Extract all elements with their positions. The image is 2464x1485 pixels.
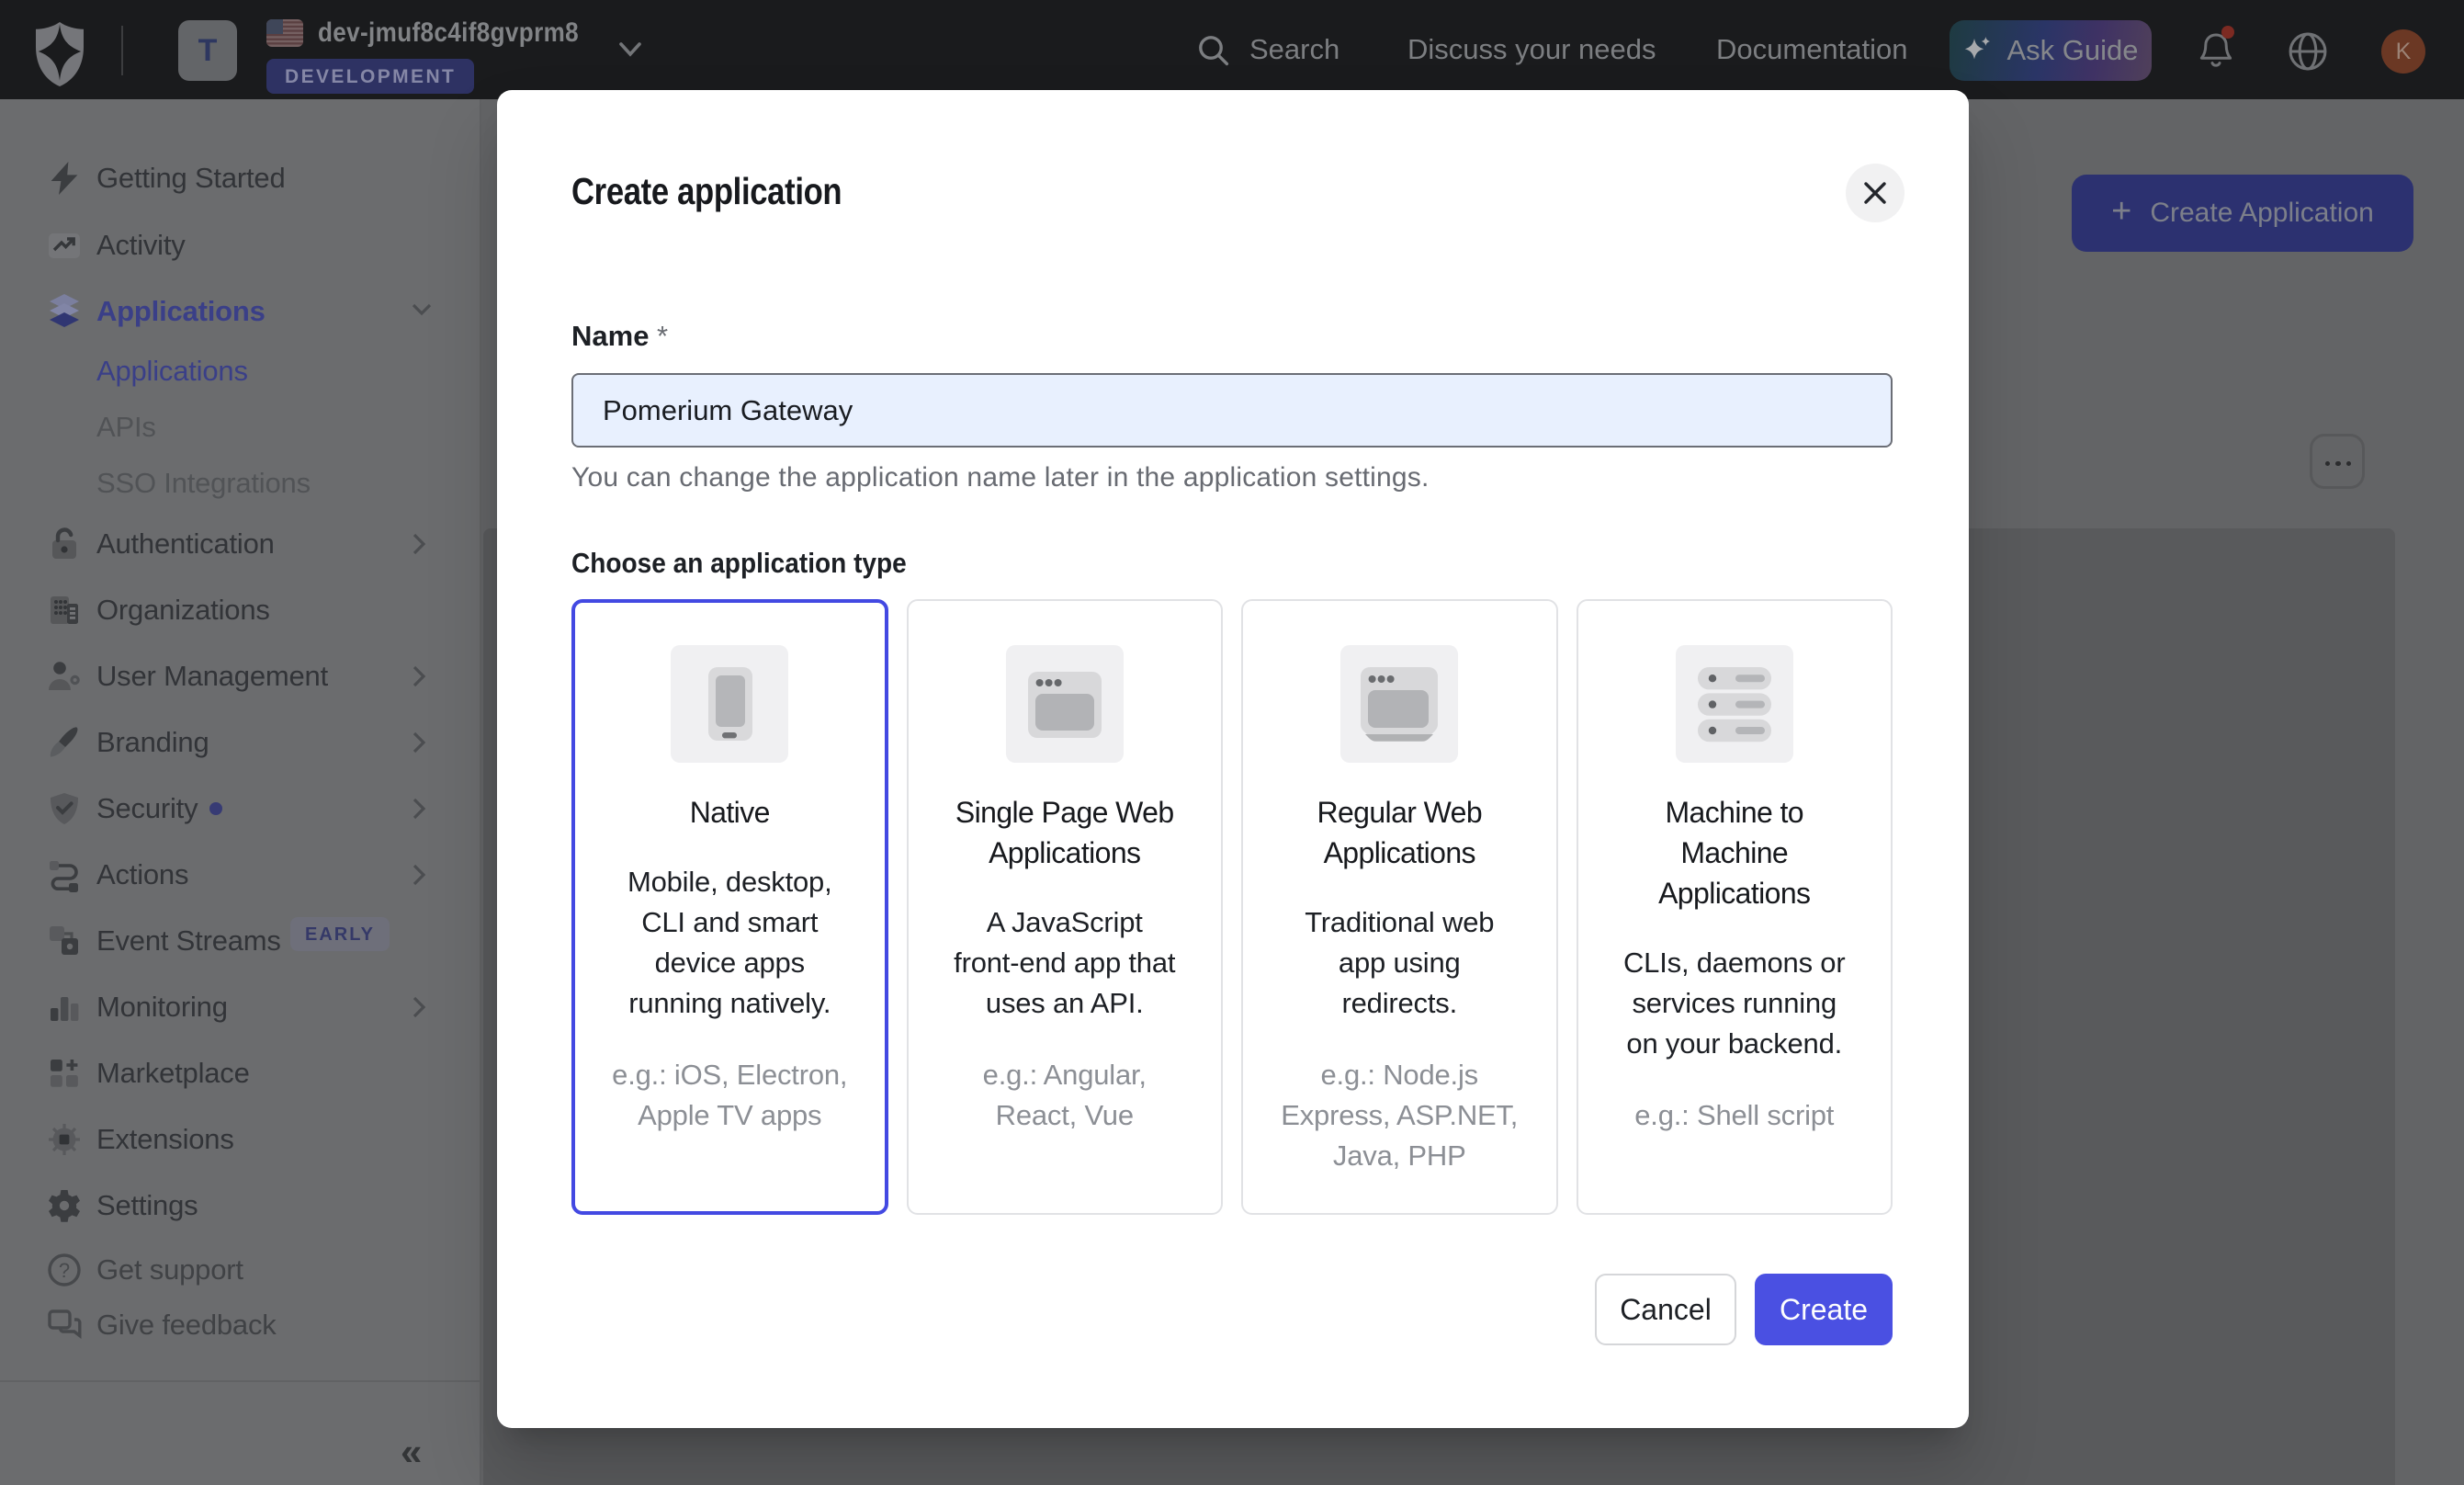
- svg-text:?: ?: [59, 1259, 70, 1282]
